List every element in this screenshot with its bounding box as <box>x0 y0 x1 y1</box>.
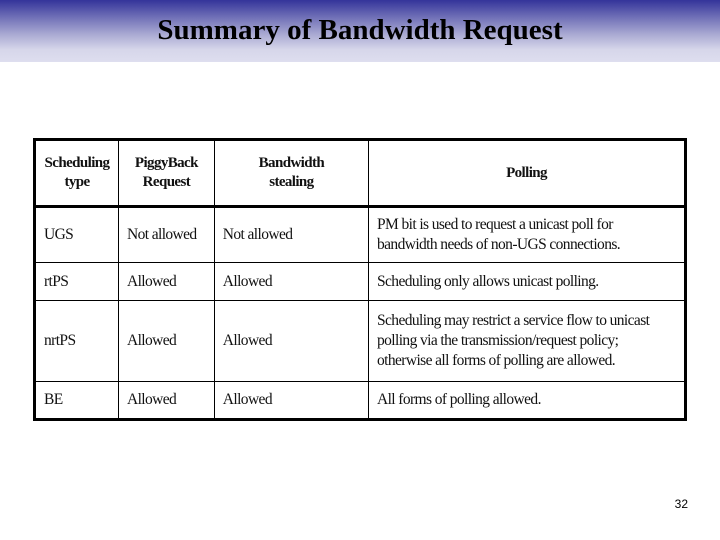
header-polling: Polling <box>368 139 686 208</box>
cell-type: BE <box>34 380 119 421</box>
cell-piggyback: Allowed <box>117 300 215 382</box>
header-line: stealing <box>269 174 314 190</box>
cell-stealing: Allowed <box>213 262 370 302</box>
slide-title: Summary of Bandwidth Request <box>157 14 563 46</box>
cell-type: rtPS <box>34 262 119 302</box>
header-row: Scheduling type PiggyBack Request Bandwi… <box>34 139 686 208</box>
summary-table: Scheduling type PiggyBack Request Bandwi… <box>33 138 687 421</box>
cell-stealing: Allowed <box>213 380 370 421</box>
header-scheduling-type: Scheduling type <box>34 139 119 208</box>
cell-type: UGS <box>34 205 119 264</box>
cell-stealing: Not allowed <box>213 205 370 264</box>
cell-polling: Scheduling may restrict a service flow t… <box>368 300 686 382</box>
cell-polling: Scheduling only allows unicast polling. <box>368 262 686 302</box>
cell-type: nrtPS <box>34 300 119 382</box>
cell-polling: PM bit is used to request a unicast poll… <box>368 205 686 264</box>
header-line: Polling <box>506 164 547 181</box>
header-bandwidth-stealing: Bandwidth stealing <box>213 139 370 208</box>
cell-polling: All forms of polling allowed. <box>368 380 686 421</box>
page-number: 32 <box>674 497 688 511</box>
cell-stealing: Allowed <box>213 300 370 382</box>
table-row: nrtPS Allowed Allowed Scheduling may res… <box>34 300 686 382</box>
header-line: PiggyBack <box>134 155 199 171</box>
header-line: Scheduling <box>44 155 110 171</box>
header-line: type <box>64 174 90 190</box>
table-row: rtPS Allowed Allowed Scheduling only all… <box>34 262 686 302</box>
header-line: Request <box>142 174 191 190</box>
cell-piggyback: Allowed <box>117 262 215 302</box>
header-piggyback-request: PiggyBack Request <box>117 139 215 208</box>
cell-piggyback: Allowed <box>117 380 215 421</box>
table-row: BE Allowed Allowed All forms of polling … <box>34 380 686 421</box>
cell-piggyback: Not allowed <box>117 205 215 264</box>
header-line: Bandwidth <box>258 155 325 171</box>
bandwidth-request-table: Scheduling type PiggyBack Request Bandwi… <box>33 138 687 421</box>
table-row: UGS Not allowed Not allowed PM bit is us… <box>34 205 686 264</box>
